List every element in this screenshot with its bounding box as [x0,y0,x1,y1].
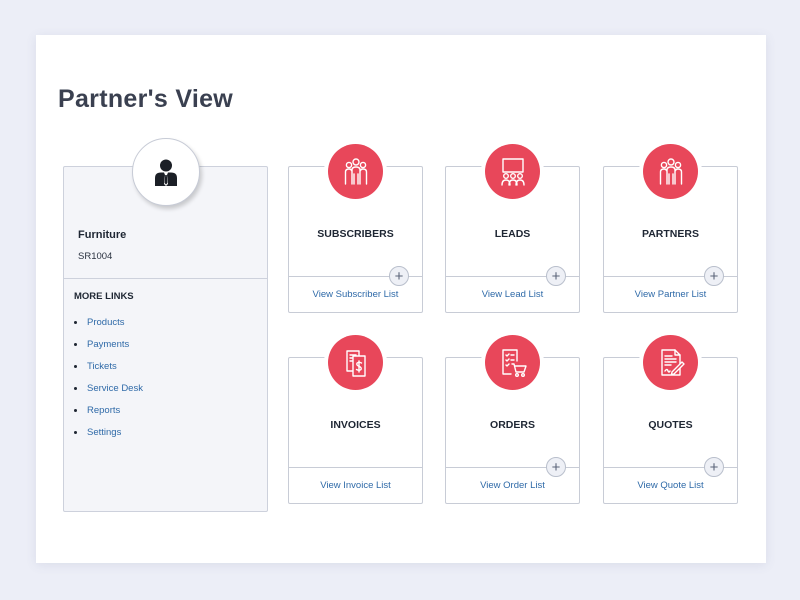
plus-icon: + [709,267,719,285]
more-links-list: Products Payments Tickets Service Desk R… [74,311,143,443]
group-icon [344,157,367,185]
card-icon-badge [643,335,698,390]
link-label: Reports [87,404,121,416]
bullet [74,408,77,412]
plus-icon: + [394,267,404,285]
bullet [74,320,77,324]
card-orders[interactable]: ORDERS + View Order List [445,335,580,504]
card-title: QUOTES [648,419,693,431]
order-cart-icon [501,348,527,377]
link-reports[interactable]: Reports [74,399,143,421]
link-label: Service Desk [87,382,143,394]
link-settings[interactable]: Settings [74,421,143,443]
bullet [74,342,77,346]
bullet [74,386,77,390]
card-title: PARTNERS [642,228,699,240]
user-icon [155,159,177,186]
link-tickets[interactable]: Tickets [74,355,143,377]
bullet [74,364,77,368]
card-quotes[interactable]: QUOTES + View Quote List [603,335,738,504]
card-partners[interactable]: PARTNERS + View Partner List [603,144,738,313]
add-partner-button[interactable]: + [704,266,724,286]
page-title: Partner's View [58,85,234,113]
card-leads[interactable]: LEADS + View Lead List [445,144,580,313]
presentation-icon [500,157,525,186]
view-invoice-list-link[interactable]: View Invoice List [289,480,422,491]
link-products[interactable]: Products [74,311,143,333]
group-icon [659,157,682,185]
more-links-title: MORE LINKS [74,291,134,302]
card-title: ORDERS [490,419,535,431]
card-invoices[interactable]: INVOICES View Invoice List [288,335,423,504]
link-label: Settings [87,426,122,438]
view-order-list-link[interactable]: View Order List [446,480,579,491]
link-label: Payments [87,338,130,350]
card-icon-badge [328,144,383,199]
card-subscribers[interactable]: SUBSCRIBERS + View Subscriber List [288,144,423,313]
add-subscriber-button[interactable]: + [389,266,409,286]
profile-name: Furniture [78,229,127,241]
card-icon-badge [328,335,383,390]
card-icon-badge [485,144,540,199]
card-title: SUBSCRIBERS [317,228,394,240]
view-quote-list-link[interactable]: View Quote List [604,480,737,491]
card-icon-badge [643,144,698,199]
quote-document-icon [660,348,685,376]
divider [64,278,267,279]
add-lead-button[interactable]: + [546,266,566,286]
link-payments[interactable]: Payments [74,333,143,355]
view-partner-list-link[interactable]: View Partner List [604,289,737,300]
profile-card: Furniture SR1004 MORE LINKS Products Pay… [63,166,268,512]
link-service-desk[interactable]: Service Desk [74,377,143,399]
plus-icon: + [551,267,561,285]
invoice-icon [345,349,366,377]
divider [289,467,422,468]
plus-icon: + [551,458,561,476]
add-order-button[interactable]: + [546,457,566,477]
card-title: INVOICES [330,419,381,431]
profile-id: SR1004 [78,251,113,262]
link-label: Tickets [87,360,117,372]
bullet [74,430,77,434]
card-title: LEADS [494,228,531,240]
add-quote-button[interactable]: + [704,457,724,477]
link-label: Products [87,316,125,328]
plus-icon: + [709,458,719,476]
card-icon-badge [485,335,540,390]
main-panel: Partner's View Furniture SR1004 MORE LIN… [36,35,766,563]
view-lead-list-link[interactable]: View Lead List [446,289,579,300]
view-subscriber-list-link[interactable]: View Subscriber List [289,289,422,300]
avatar [132,138,200,206]
